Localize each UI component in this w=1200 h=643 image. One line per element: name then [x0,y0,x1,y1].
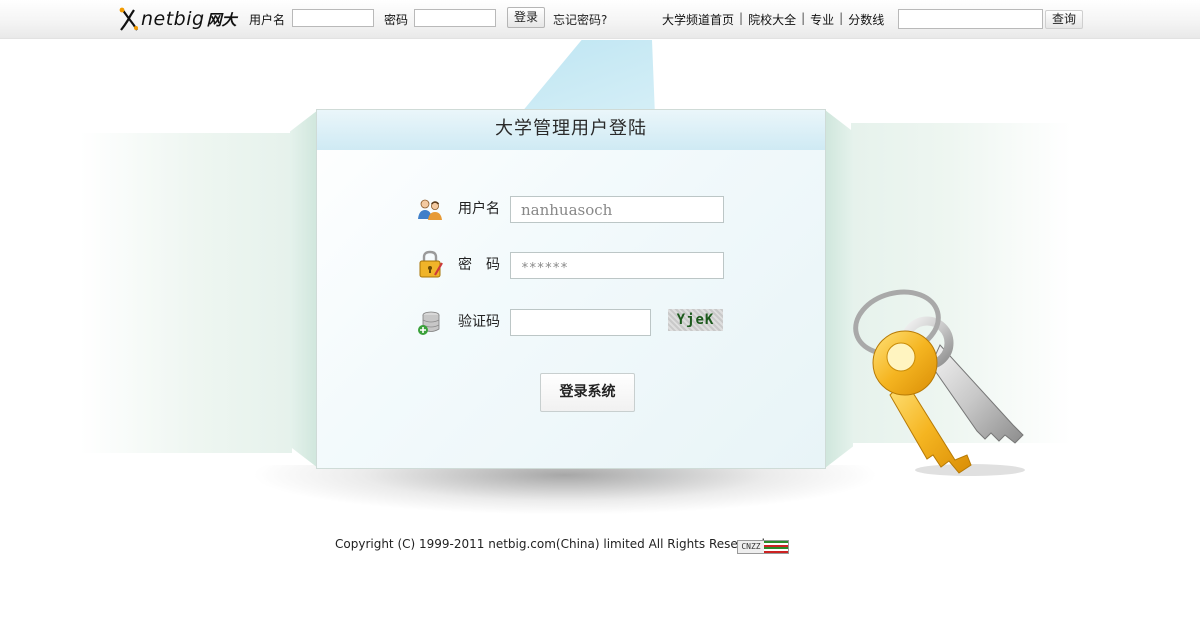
login-submit-button[interactable]: 登录系统 [540,373,635,412]
captcha-input[interactable] [510,309,651,336]
topbar-login-button[interactable]: 登录 [507,7,546,28]
captcha-label: 验证码 [458,314,500,330]
nav-school-directory[interactable]: 院校大全 [748,11,796,28]
keys-icon [853,289,1025,476]
logo[interactable]: netbig 网大 [118,4,237,34]
search-button[interactable]: 查询 [1045,10,1084,29]
users-icon [418,199,442,220]
copyright-text: Copyright (C) 1999-2011 netbig.com(China… [335,537,765,551]
left-wing-decor [80,133,292,453]
captcha-row: 验证码 YjeK [317,309,825,339]
lock-icon [419,250,443,278]
password-label: 密 码 [458,257,500,273]
captcha-image[interactable]: YjeK [668,309,723,331]
forgot-password-link[interactable]: 忘记密码? [553,11,607,28]
logo-text: netbig [141,8,205,30]
top-bar: netbig 网大 用户名 密码 登录 忘记密码? 大学频道首页 | 院校大全 … [0,0,1200,39]
username-input[interactable] [510,196,724,223]
panel-title: 大学管理用户登陆 [317,110,825,150]
password-row: 密 码 [317,250,825,282]
cnzz-badge[interactable]: CNZZ [737,540,789,554]
database-add-icon [418,311,440,335]
cnzz-badge-label: CNZZ [738,541,764,553]
topbar-nav: 大学频道首页 | 院校大全 | 专业 | 分数线 [662,11,884,28]
nav-separator: | [801,11,806,25]
cnzz-badge-stripes [764,541,788,553]
topbar-username-label: 用户名 [249,13,286,27]
nav-separator: | [839,11,844,25]
nav-majors[interactable]: 专业 [810,11,834,28]
nav-separator: | [739,11,744,25]
logo-text-cn: 网大 [206,10,237,29]
search-input[interactable] [898,9,1043,29]
username-label: 用户名 [458,201,500,217]
password-input[interactable] [510,252,724,279]
nav-university-home[interactable]: 大学频道首页 [662,11,734,28]
panel-shadow [250,465,880,515]
login-panel: 大学管理用户登陆 用户名 密 码 [316,109,826,469]
topbar-password-label: 密码 [384,13,409,27]
left-fold-decor [290,110,318,468]
username-row: 用户名 [317,196,825,226]
logo-icon [119,7,138,31]
topbar-password-input[interactable] [414,9,496,27]
nav-score-lines[interactable]: 分数线 [848,11,884,28]
topbar-username-input[interactable] [292,9,374,27]
